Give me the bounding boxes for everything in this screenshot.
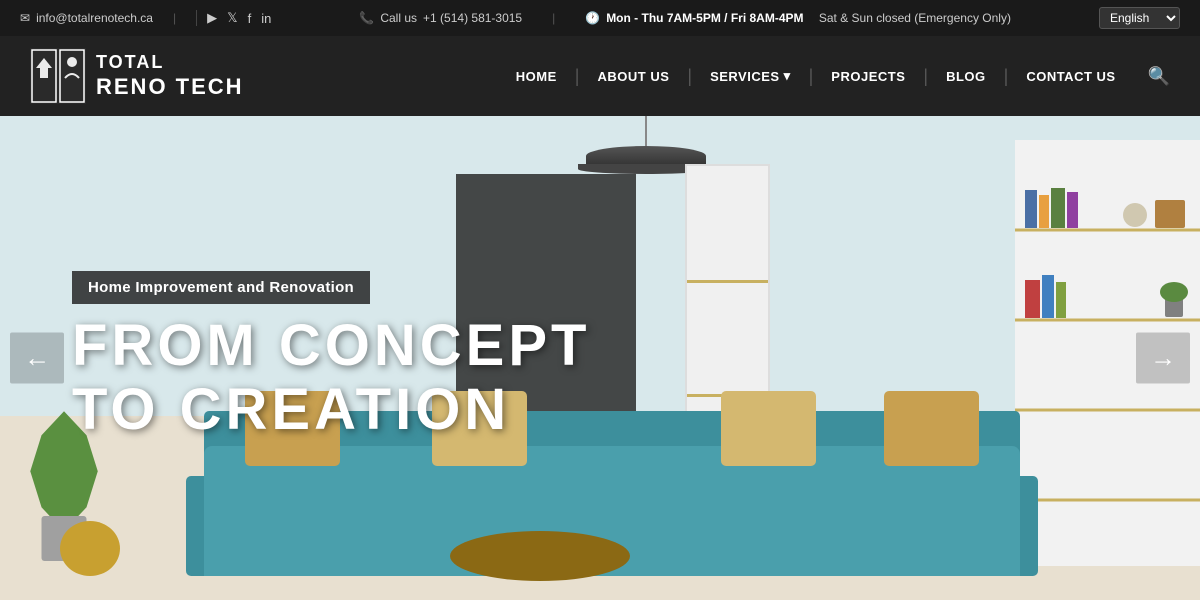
nav-blog-link[interactable]: BLOG	[928, 36, 1004, 116]
email-link[interactable]: ✉ info@totalrenotech.ca	[20, 11, 153, 25]
linkedin-link[interactable]: in	[261, 11, 271, 26]
nav-about-link[interactable]: ABOUT US	[579, 36, 687, 116]
nav-services-link[interactable]: SERVICES ▾	[692, 36, 809, 116]
nav-item-blog[interactable]: BLOG	[928, 36, 1004, 116]
twitter-link[interactable]: 𝕏	[227, 10, 237, 26]
search-icon[interactable]: 🔍	[1134, 66, 1170, 86]
lamp-shade	[586, 146, 706, 166]
nav-search[interactable]: 🔍	[1134, 66, 1170, 87]
clock-icon: 🕐	[585, 11, 600, 25]
hours-suffix: Sat & Sun closed (Emergency Only)	[819, 11, 1011, 25]
nav-item-projects[interactable]: PROJECTS	[813, 36, 923, 116]
nav-item-contact[interactable]: CONTACT US	[1008, 36, 1133, 116]
phone-icon: 📞	[359, 11, 374, 25]
social-links: ▶ 𝕏 f in	[196, 10, 271, 26]
logo-area[interactable]: TOTAL RENO TECH	[30, 48, 244, 104]
hero-section: Home Improvement and Renovation FROM CON…	[0, 116, 1200, 600]
nav-item-home[interactable]: HOME	[498, 36, 575, 116]
top-bar-center: 📞 Call us +1 (514) 581-3015 | 🕐 Mon - Th…	[359, 11, 1011, 25]
prev-arrow[interactable]: ←	[10, 333, 64, 384]
top-bar-right: English Français	[1099, 7, 1180, 29]
logo-line2: RENO TECH	[96, 74, 244, 100]
dropdown-arrow-icon: ▾	[784, 68, 791, 84]
nav-projects-link[interactable]: PROJECTS	[813, 36, 923, 116]
hero-title-line1: FROM CONCEPT	[72, 314, 590, 378]
hero-title: FROM CONCEPT TO CREATION	[72, 314, 590, 442]
nav-contact-link[interactable]: CONTACT US	[1008, 36, 1133, 116]
separator2: |	[552, 11, 555, 25]
hero-title-line2: TO CREATION	[72, 378, 590, 442]
stool	[60, 521, 120, 576]
top-bar-left: ✉ info@totalrenotech.ca | ▶ 𝕏 f in	[20, 10, 271, 26]
instagram-link[interactable]: ▶	[207, 10, 217, 26]
logo-text: TOTAL RENO TECH	[96, 52, 244, 100]
navbar: TOTAL RENO TECH HOME | ABOUT US | SERVIC…	[0, 36, 1200, 116]
hours-text: Mon - Thu 7AM-5PM / Fri 8AM-4PM	[606, 11, 803, 25]
phone-info: 📞 Call us +1 (514) 581-3015	[359, 11, 522, 25]
hero-text: Home Improvement and Renovation FROM CON…	[72, 271, 590, 442]
nav-links: HOME | ABOUT US | SERVICES ▾ | PROJECTS …	[498, 36, 1170, 116]
cushion-3	[721, 391, 816, 466]
facebook-link[interactable]: f	[248, 11, 252, 26]
phone-number: +1 (514) 581-3015	[423, 11, 522, 25]
phone-call-label: Call us	[380, 11, 417, 25]
nav-home-link[interactable]: HOME	[498, 36, 575, 116]
nav-item-services[interactable]: SERVICES ▾	[692, 36, 809, 116]
logo-line1: TOTAL	[96, 52, 244, 74]
email-address: info@totalrenotech.ca	[36, 11, 153, 25]
hero-subtitle: Home Improvement and Renovation	[72, 271, 370, 304]
next-arrow[interactable]: →	[1136, 333, 1190, 384]
separator: |	[173, 11, 176, 25]
top-bar: ✉ info@totalrenotech.ca | ▶ 𝕏 f in 📞 Cal…	[0, 0, 1200, 36]
email-icon: ✉	[20, 11, 30, 25]
hours-info: 🕐 Mon - Thu 7AM-5PM / Fri 8AM-4PM Sat & …	[585, 11, 1011, 25]
coffee-table	[450, 531, 630, 581]
cushion-4	[884, 391, 979, 466]
nav-item-about[interactable]: ABOUT US	[579, 36, 687, 116]
language-selector[interactable]: English Français	[1099, 7, 1180, 29]
logo-icon	[30, 48, 86, 104]
